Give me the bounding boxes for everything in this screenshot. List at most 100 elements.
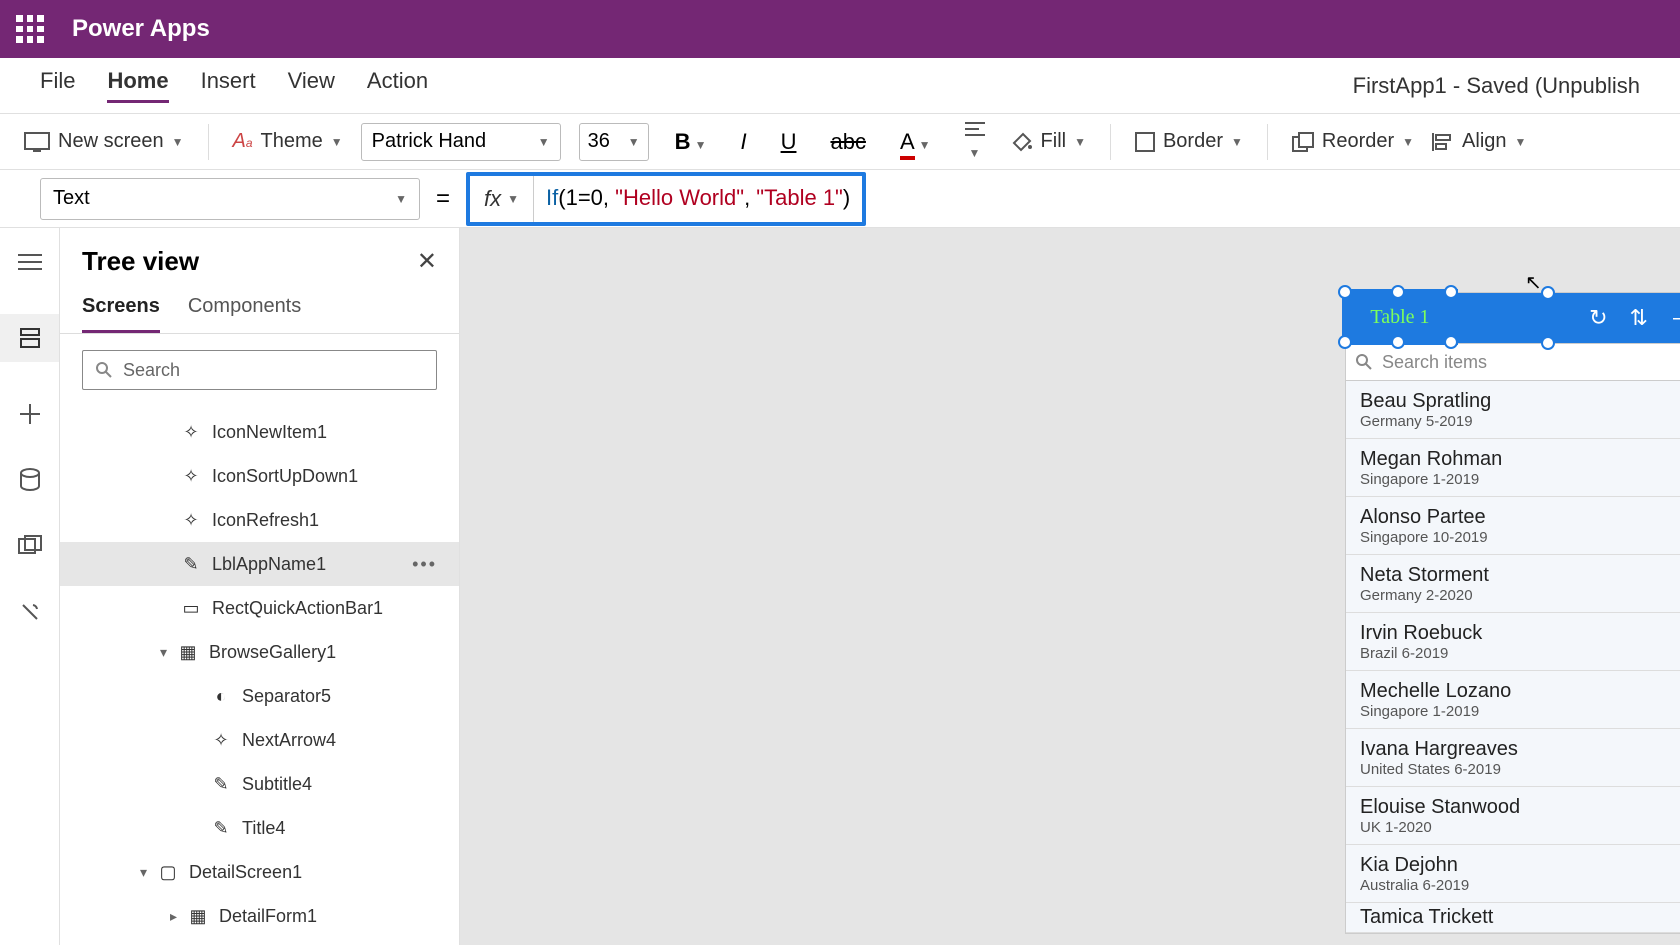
italic-button[interactable]: I	[732, 129, 754, 155]
menu-bar: File Home Insert View Action FirstApp1 -…	[0, 58, 1680, 114]
underline-button[interactable]: U	[773, 129, 805, 155]
gallery-item[interactable]: Ivana HargreavesUnited States 6-2019›	[1346, 729, 1680, 787]
gallery-item[interactable]: Kia DejohnAustralia 6-2019›	[1346, 845, 1680, 903]
tree-item[interactable]: ✧IconNewItem1	[60, 410, 459, 454]
theme-label: Theme	[261, 130, 323, 153]
separator	[1110, 124, 1111, 160]
text-align-button[interactable]: ▼	[957, 121, 993, 163]
property-value: Text	[53, 187, 90, 210]
add-icon[interactable]: ＋	[1670, 302, 1680, 334]
tree-view-icon[interactable]	[0, 314, 59, 362]
chevron-right-icon[interactable]: ▸	[170, 908, 177, 925]
tree-item[interactable]: ▸▦DetailForm1	[60, 894, 459, 938]
theme-button[interactable]: Aa Theme ▼	[233, 130, 343, 153]
separator	[1267, 124, 1268, 160]
menu-action[interactable]: Action	[367, 68, 428, 103]
formula-box: fx ▼ If(1=0, "Hello World", "Table 1")	[466, 172, 866, 226]
tree-title: Tree view	[82, 246, 199, 277]
bold-button[interactable]: B▼	[667, 129, 715, 155]
tree-item[interactable]: ▭RectQuickActionBar1	[60, 586, 459, 630]
menu-view[interactable]: View	[288, 68, 335, 103]
selection-handle[interactable]	[1444, 285, 1458, 299]
tree-search-input[interactable]: Search	[82, 350, 437, 390]
refresh-icon[interactable]: ↻	[1589, 305, 1607, 331]
screen-icon: ▢	[157, 861, 179, 883]
close-icon[interactable]: ✕	[417, 247, 437, 276]
more-icon[interactable]: •••	[412, 554, 437, 575]
fx-button[interactable]: fx ▼	[470, 176, 534, 222]
chevron-down-icon: ▼	[507, 192, 519, 206]
app-launcher-icon[interactable]	[16, 15, 44, 43]
selection-handle[interactable]	[1338, 285, 1352, 299]
selection-handle[interactable]	[1391, 285, 1405, 299]
toolbar: New screen ▼ Aa Theme ▼ Patrick Hand ▼ 3…	[0, 114, 1680, 170]
border-button[interactable]: Border ▼	[1135, 130, 1243, 153]
gallery-icon: ▦	[177, 641, 199, 663]
tab-screens[interactable]: Screens	[82, 285, 160, 333]
canvas[interactable]: ↖ Table 1 ↻ ⇅ ＋ Searc	[460, 228, 1680, 945]
chevron-down-icon[interactable]: ▾	[140, 864, 147, 881]
search-icon	[1356, 354, 1372, 370]
media-icon[interactable]	[16, 532, 44, 560]
selection-handle[interactable]	[1338, 335, 1352, 349]
tree-item-gallery[interactable]: ▾▦BrowseGallery1	[60, 630, 459, 674]
gallery-item[interactable]: Megan RohmanSingapore 1-2019›	[1346, 439, 1680, 497]
menu-insert[interactable]: Insert	[201, 68, 256, 103]
label-icon: ✎	[180, 553, 202, 575]
font-size-select[interactable]: 36 ▼	[579, 123, 649, 161]
align-button[interactable]: Align ▼	[1432, 130, 1526, 153]
sort-icon[interactable]: ⇅	[1630, 305, 1648, 331]
control-icon: ✧	[180, 509, 202, 531]
menu-file[interactable]: File	[40, 68, 75, 103]
strikethrough-button[interactable]: abc	[822, 129, 873, 155]
tree-item[interactable]: ✧IconSortUpDown1	[60, 454, 459, 498]
chevron-down-icon: ▼	[1231, 135, 1243, 149]
menu-home[interactable]: Home	[107, 68, 168, 103]
chevron-down-icon: ▼	[1074, 135, 1086, 149]
selected-label-control[interactable]: Table 1	[1342, 289, 1458, 345]
property-select[interactable]: Text ▼	[40, 178, 420, 220]
align-objects-icon	[1432, 132, 1454, 152]
chevron-down-icon: ▼	[1402, 135, 1414, 149]
hamburger-icon[interactable]	[16, 248, 44, 276]
new-screen-button[interactable]: New screen ▼	[24, 130, 184, 153]
reorder-label: Reorder	[1322, 130, 1394, 153]
gallery-item[interactable]: Beau SpratlingGermany 5-2019›	[1346, 381, 1680, 439]
chevron-down-icon: ▼	[628, 135, 640, 149]
font-color-button[interactable]: A▼	[892, 129, 939, 155]
tree-item[interactable]: ✧NextArrow4	[60, 718, 459, 762]
font-family-select[interactable]: Patrick Hand ▼	[361, 123, 561, 161]
data-icon[interactable]	[16, 466, 44, 494]
gallery-item[interactable]: Mechelle LozanoSingapore 1-2019›	[1346, 671, 1680, 729]
tree-item[interactable]: ✧IconRefresh1	[60, 498, 459, 542]
gallery-item[interactable]: Irvin RoebuckBrazil 6-2019›	[1346, 613, 1680, 671]
fill-button[interactable]: Fill ▼	[1011, 130, 1086, 153]
tree-item[interactable]: ✎Subtitle4	[60, 762, 459, 806]
tools-icon[interactable]	[16, 598, 44, 626]
save-status: FirstApp1 - Saved (Unpublish	[1353, 73, 1640, 99]
control-icon: ✧	[180, 421, 202, 443]
search-icon	[95, 361, 113, 379]
gallery-item[interactable]: Elouise StanwoodUK 1-2020›	[1346, 787, 1680, 845]
gallery-item[interactable]: Alonso ParteeSingapore 10-2019›	[1346, 497, 1680, 555]
reorder-button[interactable]: Reorder ▼	[1292, 130, 1414, 153]
selection-handle[interactable]	[1391, 335, 1405, 349]
tree-item-screen[interactable]: ▾▢DetailScreen1	[60, 850, 459, 894]
tab-components[interactable]: Components	[188, 285, 301, 333]
separator-icon: ◐	[210, 685, 232, 707]
gallery-item[interactable]: Tamica Trickett›	[1346, 903, 1680, 933]
reorder-icon	[1292, 132, 1314, 152]
tree-list: ✧IconNewItem1 ✧IconSortUpDown1 ✧IconRefr…	[60, 406, 459, 945]
gallery-item[interactable]: Neta StormentGermany 2-2020›	[1346, 555, 1680, 613]
chevron-down-icon[interactable]: ▾	[160, 644, 167, 661]
tree-item[interactable]: ✎Title4	[60, 806, 459, 850]
tree-item-selected[interactable]: ✎LblAppName1•••	[60, 542, 459, 586]
selection-handle[interactable]	[1541, 286, 1555, 300]
tree-item[interactable]: ◐Separator5	[60, 674, 459, 718]
label-icon: ✎	[210, 773, 232, 795]
insert-icon[interactable]	[16, 400, 44, 428]
selection-handle[interactable]	[1444, 335, 1458, 349]
align-icon	[965, 121, 985, 137]
formula-input[interactable]: If(1=0, "Hello World", "Table 1")	[534, 185, 862, 212]
selection-handle[interactable]	[1541, 336, 1555, 350]
